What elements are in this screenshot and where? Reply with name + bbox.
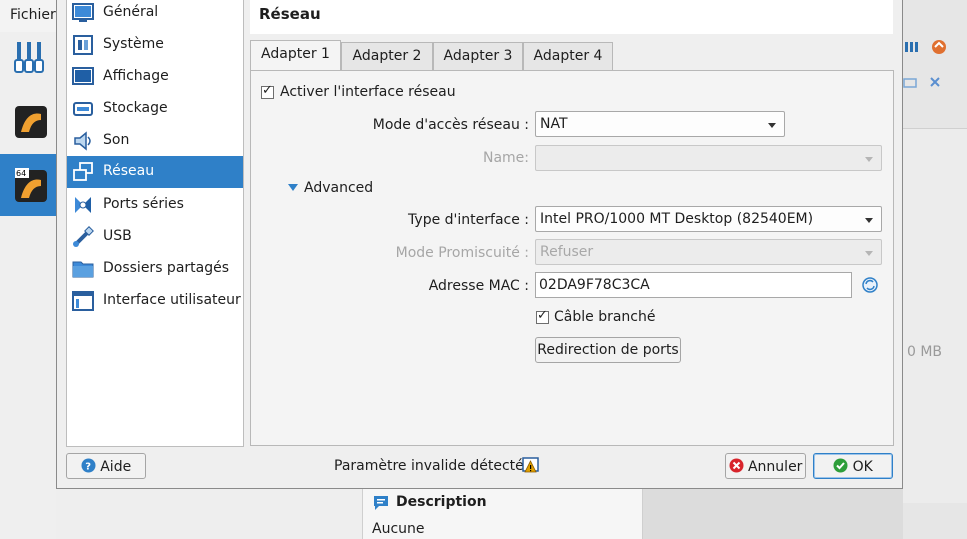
page-header: Réseau: [250, 0, 893, 34]
chevron-down-icon: [768, 123, 776, 128]
tab-label: Adapter 2: [352, 48, 422, 64]
sidebar-item-label: Interface utilisateur: [103, 292, 241, 308]
chevron-down-icon: [865, 157, 873, 162]
tab-adapter-1[interactable]: Adapter 1: [250, 40, 341, 71]
vm-list-item-selected[interactable]: 64: [0, 154, 56, 216]
enable-adapter-label: Activer l'interface réseau: [280, 84, 456, 100]
size-text: 0 MB: [907, 344, 943, 360]
mac-address-field[interactable]: 02DA9F78C3CA: [535, 272, 852, 298]
adapter-type-value: Intel PRO/1000 MT Desktop (82540EM): [540, 211, 814, 227]
ok-check-icon: [833, 458, 848, 473]
svg-text:64: 64: [16, 169, 26, 178]
details-section: 0 MB: [903, 128, 967, 503]
tab-adapter-2[interactable]: Adapter 2: [341, 42, 433, 70]
sidebar-item-label: Réseau: [103, 163, 155, 179]
chevron-down-icon: [865, 251, 873, 256]
close-preview-icon[interactable]: [929, 76, 941, 88]
cable-connected-label: Câble branché: [554, 309, 656, 325]
warning-icon[interactable]: [522, 457, 539, 474]
mac-label: Adresse MAC :: [428, 278, 529, 294]
discard-icon[interactable]: [929, 38, 949, 56]
sidebar-item-general[interactable]: Général: [67, 0, 243, 29]
ok-label: OK: [852, 459, 873, 475]
name-combo[interactable]: [535, 145, 882, 171]
description-title: Description: [396, 494, 487, 510]
tab-label: Adapter 1: [261, 46, 330, 62]
name-label: Name:: [482, 150, 529, 166]
ok-button[interactable]: OK: [813, 453, 893, 479]
serial-port-icon: [75, 197, 91, 213]
cable-connected-checkbox[interactable]: [536, 308, 549, 324]
network-status-icon: [905, 42, 918, 52]
mac-address-value: 02DA9F78C3CA: [539, 277, 650, 293]
chevron-down-icon: [865, 218, 873, 223]
network-icon: [73, 162, 93, 181]
sidebar-item-label: Affichage: [103, 68, 169, 84]
promiscuous-label: Mode Promiscuité :: [395, 245, 529, 261]
cancel-button[interactable]: Annuler: [725, 453, 806, 479]
folder-icon: [72, 261, 94, 278]
sidebar-item-user-interface[interactable]: Interface utilisateur: [67, 285, 243, 317]
tools-icon[interactable]: [14, 40, 44, 80]
chip-icon: [73, 35, 93, 55]
cancel-label: Annuler: [747, 459, 803, 475]
monitor-icon: [72, 3, 94, 22]
sidebar-item-audio[interactable]: Son: [67, 125, 243, 157]
help-icon: ?: [81, 458, 96, 473]
menu-fichier[interactable]: Fichier: [10, 7, 56, 23]
attached-to-value: NAT: [540, 116, 568, 132]
sidebar-item-display[interactable]: Affichage: [67, 61, 243, 93]
sidebar-item-storage[interactable]: Stockage: [67, 93, 243, 125]
sidebar-item-label: Dossiers partagés: [103, 260, 230, 276]
tab-adapter-4[interactable]: Adapter 4: [523, 42, 613, 70]
help-label: Aide: [100, 459, 132, 475]
sidebar-item-serial-ports[interactable]: Ports séries: [67, 189, 243, 221]
main-window-toolbar-area: [0, 0, 56, 539]
attached-to-label: Mode d'accès réseau :: [372, 117, 529, 133]
refresh-mac-icon[interactable]: [862, 277, 878, 293]
port-forwarding-button[interactable]: Redirection de ports: [535, 337, 681, 363]
sidebar-item-label: Système: [103, 36, 164, 52]
sidebar-item-label: Stockage: [103, 100, 168, 116]
details-pane: 0 MB: [903, 0, 967, 539]
vm-os-64-icon: 64: [15, 168, 47, 202]
tab-label: Adapter 3: [443, 48, 513, 64]
adapter-type-label: Type d'interface :: [408, 212, 529, 228]
adapter-type-combo[interactable]: Intel PRO/1000 MT Desktop (82540EM): [535, 206, 882, 232]
advanced-toggle[interactable]: Advanced: [304, 180, 373, 196]
svg-text:?: ?: [85, 462, 91, 473]
sidebar-item-shared-folders[interactable]: Dossiers partagés: [67, 253, 243, 285]
sidebar-item-label: Ports séries: [103, 196, 184, 212]
storage-icon: [73, 102, 93, 116]
sidebar-item-label: Son: [103, 132, 130, 148]
preview-panel: [643, 489, 903, 539]
promiscuous-combo[interactable]: Refuser: [535, 239, 882, 265]
tab-label: Adapter 4: [533, 48, 603, 64]
page-title: Réseau: [259, 5, 321, 23]
speaker-icon: [74, 131, 91, 151]
description-icon: [374, 496, 388, 510]
attached-to-combo[interactable]: NAT: [535, 111, 785, 137]
port-forwarding-label: Redirection de ports: [537, 342, 679, 358]
preview-icon: [903, 78, 917, 88]
promiscuous-value: Refuser: [540, 244, 594, 260]
menu-bar: Fichier: [0, 0, 56, 32]
enable-adapter-checkbox[interactable]: [261, 83, 274, 99]
status-text: Paramètre invalide détecté: [334, 458, 524, 474]
vm-os-icon: [15, 106, 47, 138]
sidebar-item-label: USB: [103, 228, 132, 244]
vm-list-item[interactable]: [0, 92, 56, 154]
ui-window-icon: [72, 291, 94, 311]
help-button[interactable]: ? Aide: [66, 453, 146, 479]
sidebar-item-network[interactable]: Réseau: [67, 156, 243, 188]
display-icon: [72, 67, 94, 85]
expand-triangle-icon[interactable]: [288, 184, 298, 192]
sidebar-item-usb[interactable]: USB: [67, 221, 243, 253]
usb-icon: [73, 226, 94, 247]
cancel-icon: [729, 458, 744, 473]
description-value: Aucune: [372, 521, 425, 537]
tab-adapter-3[interactable]: Adapter 3: [433, 42, 523, 70]
sidebar-item-label: Général: [103, 4, 159, 20]
sidebar-item-system[interactable]: Système: [67, 29, 243, 61]
